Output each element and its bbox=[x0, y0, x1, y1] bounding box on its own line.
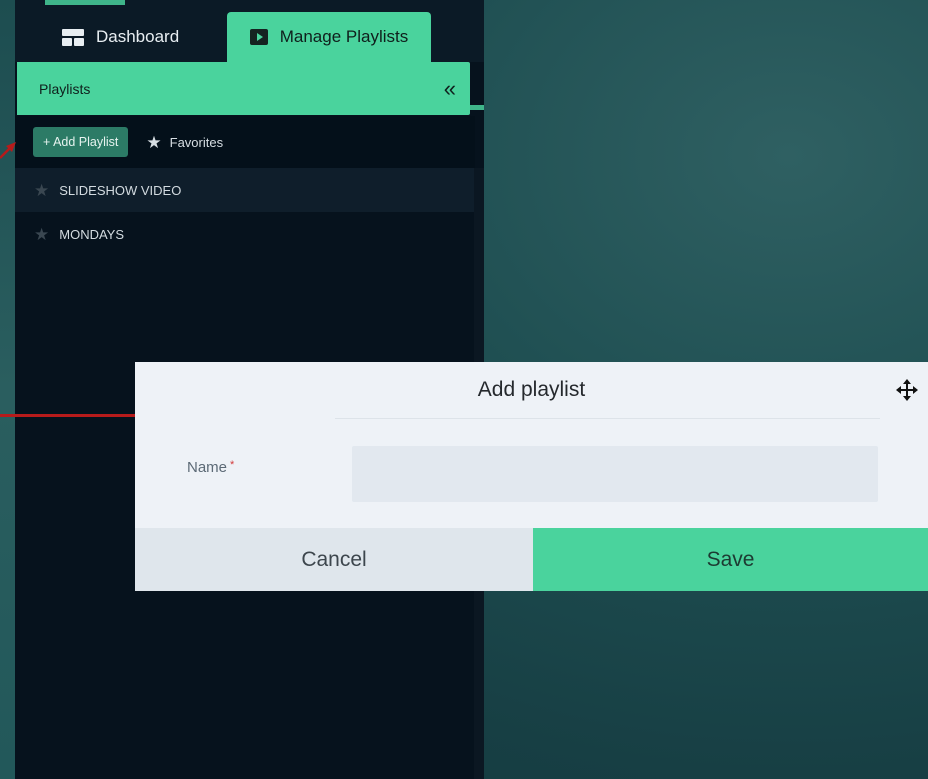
name-field-label: Name * bbox=[187, 459, 234, 476]
dashboard-icon bbox=[62, 28, 84, 46]
add-playlist-button[interactable]: + Add Playlist bbox=[33, 127, 129, 157]
required-marker: * bbox=[230, 459, 235, 471]
list-item[interactable]: ★ MONDAYS bbox=[15, 212, 474, 256]
slide-background-strip bbox=[0, 0, 15, 779]
modal-title: Add playlist bbox=[477, 378, 586, 401]
tab-manage-playlists-label: Manage Playlists bbox=[279, 27, 409, 46]
list-item-label: MONDAYS bbox=[59, 226, 125, 242]
list-item[interactable]: ★ SLIDESHOW VIDEO bbox=[15, 168, 474, 212]
modal-divider bbox=[335, 418, 880, 419]
tab-manage-playlists[interactable]: Manage Playlists bbox=[227, 12, 431, 62]
cancel-button[interactable]: Cancel bbox=[135, 528, 533, 591]
nav-accent-line bbox=[45, 0, 125, 5]
annotation-arrow-diagonal bbox=[0, 142, 16, 159]
favorites-filter[interactable]: ★ Favorites bbox=[146, 134, 223, 151]
playlist-actions: + Add Playlist ★ Favorites bbox=[15, 116, 475, 168]
add-playlist-modal: Add playlist Name * Cancel Save bbox=[135, 362, 928, 591]
favorite-star-icon[interactable]: ★ bbox=[34, 182, 49, 199]
tab-dashboard-label: Dashboard bbox=[96, 27, 180, 46]
favorite-star-icon[interactable]: ★ bbox=[34, 226, 49, 243]
collapse-icon[interactable]: « bbox=[444, 77, 456, 100]
playlists-header-title: Playlists bbox=[39, 80, 91, 97]
header-accent-tail bbox=[470, 105, 484, 110]
tab-dashboard[interactable]: Dashboard bbox=[62, 12, 222, 62]
save-button[interactable]: Save bbox=[533, 528, 928, 591]
playlist-icon bbox=[249, 29, 268, 45]
star-icon: ★ bbox=[146, 132, 162, 152]
name-label-text: Name bbox=[187, 459, 228, 476]
playlist-name-input[interactable] bbox=[352, 446, 878, 502]
list-item-label: SLIDESHOW VIDEO bbox=[59, 182, 182, 198]
playlist-list: ★ SLIDESHOW VIDEO ★ MONDAYS bbox=[15, 168, 474, 256]
favorites-label: Favorites bbox=[169, 134, 224, 150]
top-nav: Dashboard Manage Playlists bbox=[15, 0, 484, 62]
playlists-header: Playlists « bbox=[17, 62, 470, 115]
move-icon[interactable] bbox=[895, 378, 919, 402]
